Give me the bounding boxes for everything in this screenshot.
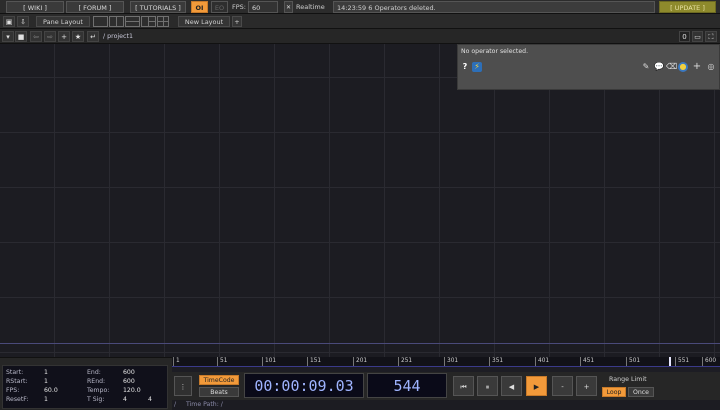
end-label: End: — [87, 369, 101, 376]
forum-button[interactable]: [ FORUM ] — [66, 1, 124, 13]
ruler-tick: 101 — [262, 357, 276, 366]
ruler-tick: 451 — [580, 357, 594, 366]
end-value[interactable]: 600 — [123, 369, 135, 377]
time-settings-panel: Start: 1 End: 600 RStart: 1 REnd: 600 FP… — [2, 365, 168, 409]
timeline-ruler[interactable]: 1 51 101 151 201 251 301 351 401 451 501… — [172, 357, 720, 366]
add-operator-icon[interactable]: + — [58, 31, 70, 42]
timecode-toggle[interactable]: TimeCode — [199, 375, 239, 385]
ruler-tick: 1 — [173, 357, 180, 366]
app-window: [ WIKI ] [ FORUM ] [ TUTORIALS ] OI EO F… — [0, 0, 720, 410]
python-help-icon[interactable]: ⚡ — [472, 62, 482, 72]
parameter-panel: No operator selected. ? ⚡ ✎ 💬 ⌫ ● + ◎ — [457, 44, 720, 90]
step-back-button[interactable]: - — [552, 376, 573, 396]
eraser-icon[interactable]: ⌫ — [666, 62, 677, 72]
back-arrow-icon[interactable]: ⇦ — [30, 31, 42, 42]
new-layout-button[interactable]: New Layout — [178, 16, 230, 27]
start-label: Start: — [6, 369, 24, 376]
network-guide-line — [0, 343, 720, 344]
pane-maximize-icon[interactable]: ⛶ — [705, 31, 717, 42]
rewind-to-start-icon[interactable]: ⏮ — [453, 376, 474, 396]
pane-dock-icon[interactable]: ⇩ — [17, 16, 29, 27]
resetf-label: ResetF: — [6, 396, 29, 403]
ruler-tick: 51 — [217, 357, 227, 366]
no-operator-message: No operator selected. — [461, 48, 529, 55]
fps-label: FPS: — [232, 3, 246, 11]
timecode-display[interactable]: 00:00:09.03 — [244, 373, 364, 398]
rstart-value[interactable]: 1 — [44, 378, 48, 386]
oi-toggle[interactable]: OI — [191, 1, 208, 13]
layout-quad-icon[interactable] — [157, 16, 169, 27]
once-toggle[interactable]: Once — [628, 387, 654, 397]
rend-value[interactable]: 600 — [123, 378, 135, 386]
tsig-label: T Sig: — [87, 396, 105, 403]
rstart-label: RStart: — [6, 378, 28, 385]
wiki-button[interactable]: [ WIKI ] — [6, 1, 64, 13]
realtime-checkbox[interactable]: ✕ — [284, 1, 293, 13]
ruler-tick: 251 — [398, 357, 412, 366]
ruler-tick: 551 — [675, 357, 689, 366]
tempo-label: Tempo: — [87, 387, 110, 394]
fps-info-label: FPS: — [6, 387, 20, 394]
ruler-tick: 600 — [702, 357, 716, 366]
tsig-denominator[interactable]: 4 — [148, 396, 152, 404]
pane-image-icon[interactable]: ▣ — [3, 16, 15, 27]
realtime-label: Realtime — [296, 3, 325, 11]
return-icon[interactable]: ↵ — [87, 31, 99, 42]
path-bar: ▾ ■ ⇦ ⇨ + ★ ↵ / project1 0 ▭ ⛶ — [0, 29, 720, 44]
top-bar: [ WIKI ] [ FORUM ] [ TUTORIALS ] OI EO F… — [0, 0, 720, 14]
fps-field[interactable]: 60 — [248, 1, 278, 13]
fps-info-value[interactable]: 60.0 — [44, 387, 58, 395]
playhead-marker[interactable] — [669, 357, 671, 366]
comment-icon[interactable]: 💬 — [654, 62, 664, 72]
pane-number[interactable]: 0 — [679, 31, 690, 42]
ruler-tick: 201 — [353, 357, 367, 366]
status-message: 14:23:59 6 Operators deleted. — [333, 1, 655, 13]
add-pane-button[interactable]: + — [232, 16, 242, 27]
update-button[interactable]: [ UPDATE ] — [659, 1, 716, 13]
ruler-tick: 151 — [307, 357, 321, 366]
step-forward-button[interactable]: + — [576, 376, 597, 396]
loop-toggle[interactable]: Loop — [602, 387, 626, 397]
frame-display[interactable]: 544 — [367, 373, 447, 398]
network-editor[interactable] — [0, 44, 720, 357]
timeline-options-icon[interactable]: ⋮ — [174, 376, 192, 396]
time-path-slash-icon: / — [174, 401, 177, 408]
layout-split-vertical-icon[interactable] — [109, 16, 124, 27]
play-forward-icon[interactable]: ▶ — [526, 376, 547, 396]
pane-window-icon[interactable]: ▭ — [692, 31, 703, 42]
layout-three-icon[interactable] — [141, 16, 156, 27]
target-icon[interactable]: ◎ — [706, 62, 716, 72]
beats-toggle[interactable]: Beats — [199, 387, 239, 397]
time-path[interactable]: Time Path: / — [172, 400, 720, 410]
pane-layout-button[interactable]: Pane Layout — [36, 16, 90, 27]
ruler-tick: 301 — [444, 357, 458, 366]
network-path[interactable]: / project1 — [103, 31, 133, 42]
edit-pencil-icon[interactable]: ✎ — [641, 62, 651, 72]
ruler-tick: 501 — [626, 357, 640, 366]
menu-dropdown-icon[interactable]: ▾ — [2, 31, 14, 42]
tutorials-button[interactable]: [ TUTORIALS ] — [130, 1, 186, 13]
python-icon[interactable]: ● — [678, 62, 688, 72]
ruler-tick: 351 — [489, 357, 503, 366]
resetf-value[interactable]: 1 — [44, 396, 48, 404]
star-icon[interactable]: ★ — [72, 31, 84, 42]
pause-icon[interactable]: ⏸ — [477, 376, 498, 396]
eo-toggle[interactable]: EO — [211, 1, 228, 13]
help-icon[interactable]: ? — [460, 62, 470, 72]
stop-icon[interactable]: ■ — [15, 31, 27, 42]
rend-label: REnd: — [87, 378, 106, 385]
range-limit-label: Range Limit — [609, 376, 647, 383]
tempo-value[interactable]: 120.0 — [123, 387, 141, 395]
add-param-icon[interactable]: + — [692, 62, 702, 72]
ruler-tick: 401 — [535, 357, 549, 366]
time-path-label: Time Path: / — [186, 401, 223, 408]
start-value[interactable]: 1 — [44, 369, 48, 377]
layout-single-icon[interactable] — [93, 16, 108, 27]
layout-split-horizontal-icon[interactable] — [125, 16, 140, 27]
tsig-numerator[interactable]: 4 — [123, 396, 127, 404]
forward-arrow-icon[interactable]: ⇨ — [44, 31, 56, 42]
pane-bar: ▣ ⇩ Pane Layout New Layout + — [0, 14, 720, 29]
play-reverse-icon[interactable]: ◀ — [501, 376, 522, 396]
playback-controls: ⋮ TimeCode Beats 00:00:09.03 544 ⏮ ⏸ ◀ ▶… — [172, 372, 720, 400]
